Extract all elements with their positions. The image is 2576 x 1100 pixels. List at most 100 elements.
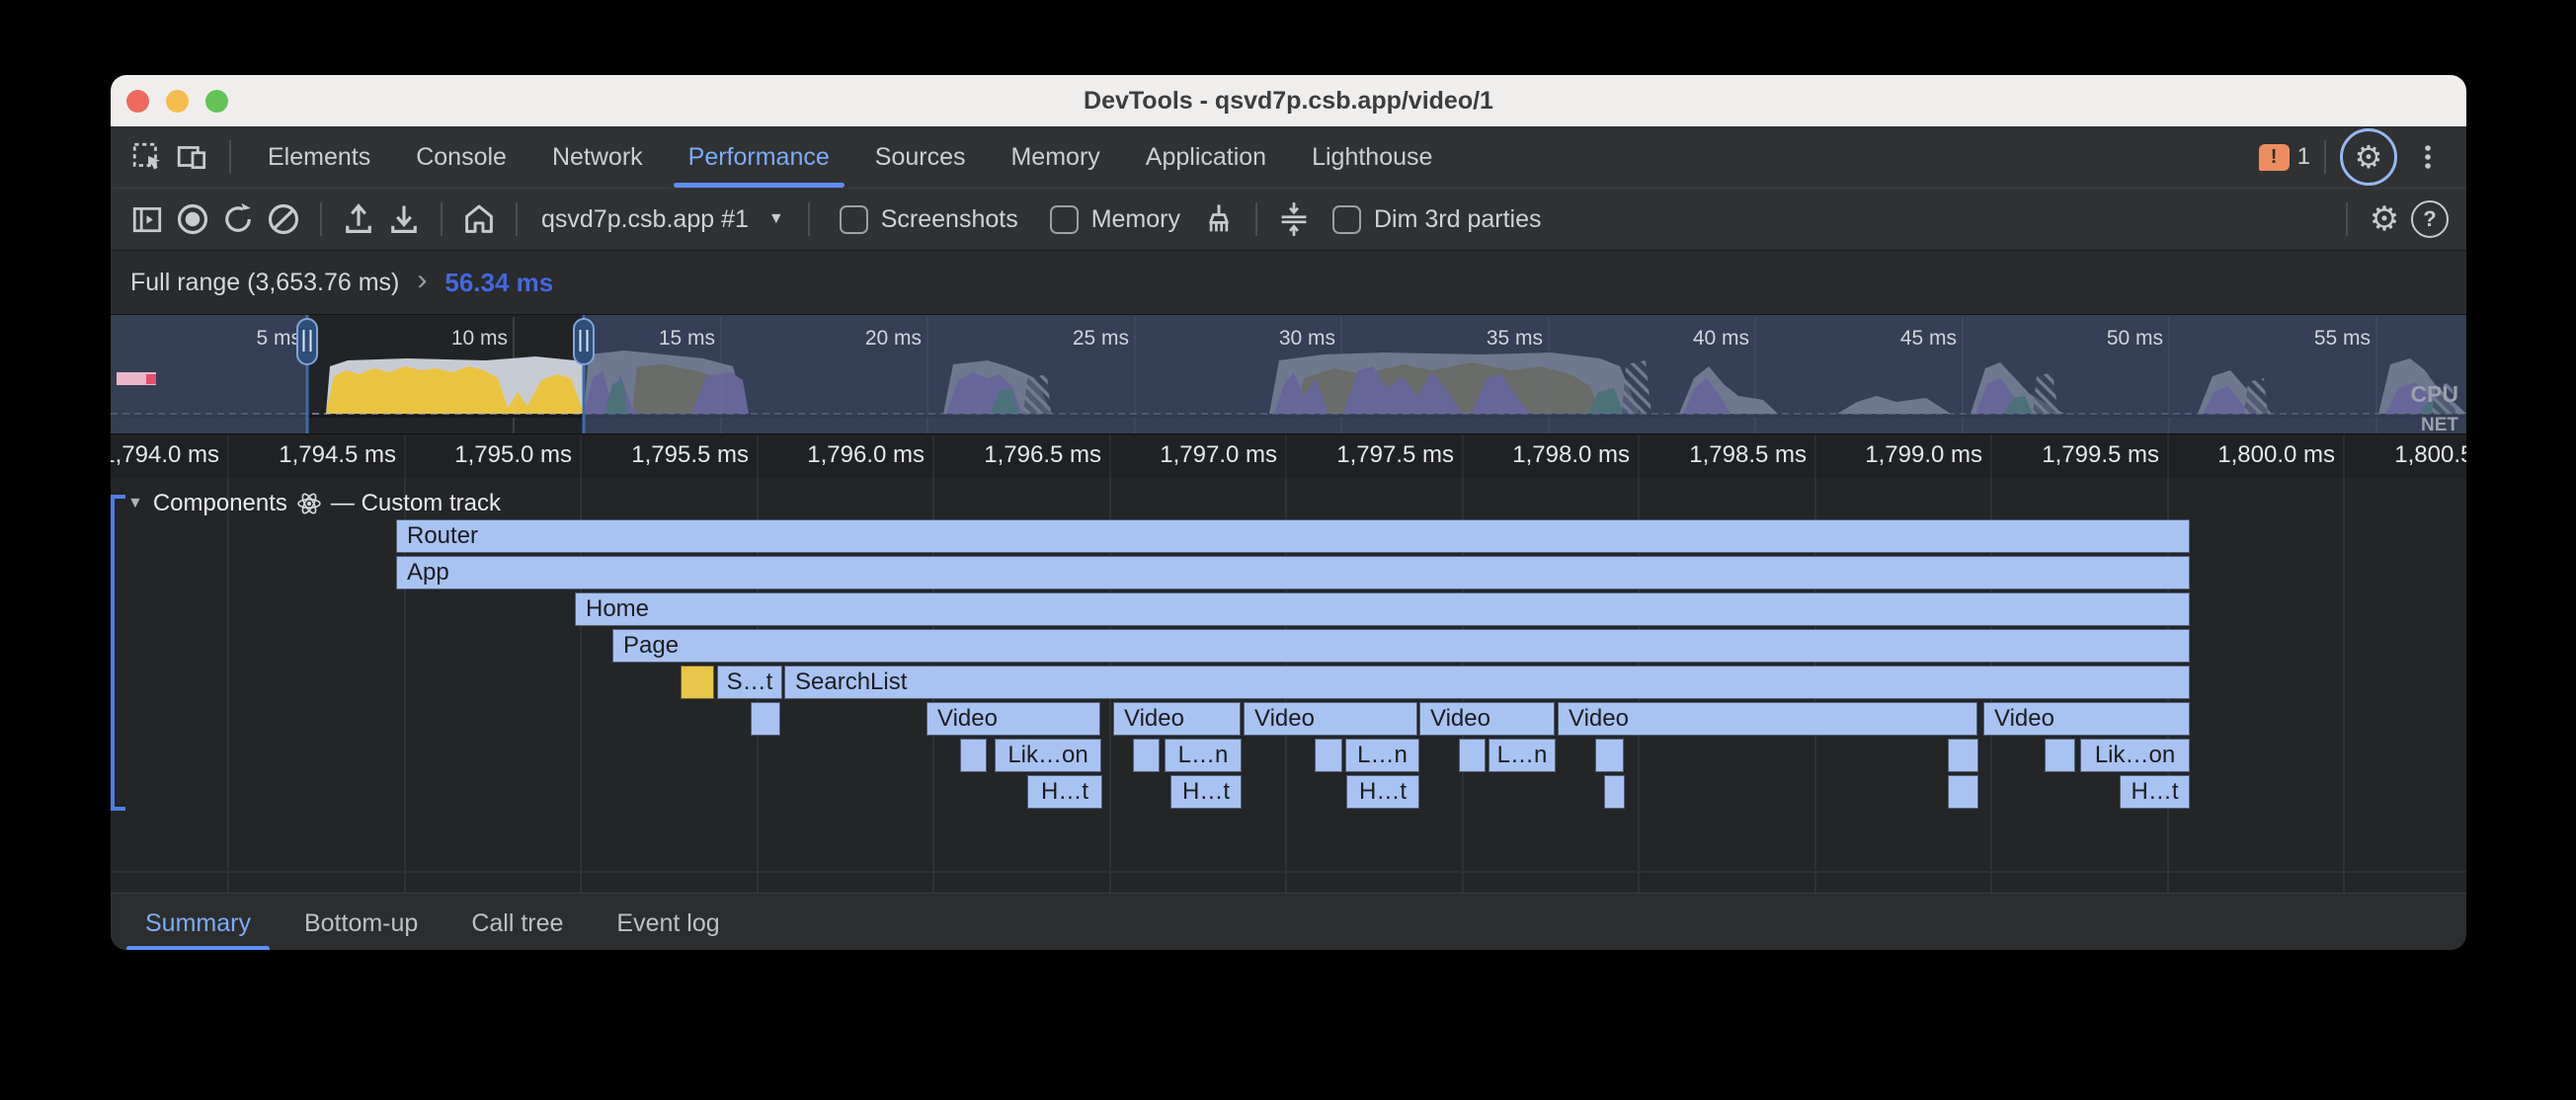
track-header[interactable]: ▼ Components — Custom track [127, 490, 501, 517]
toggle-sidebar-button[interactable] [124, 196, 170, 242]
tab-call-tree[interactable]: Call tree [444, 894, 590, 950]
breadcrumb-selection[interactable]: 56.34 ms [444, 268, 553, 298]
flame-bar-ht[interactable]: H…t [2120, 775, 2190, 809]
flame-bar-ht[interactable]: H…t [1346, 775, 1419, 809]
flame-bar[interactable] [2045, 739, 2075, 772]
ruler-label: 1,799.5 ms [1962, 441, 2159, 469]
flame-bar-video[interactable]: Video [1558, 702, 1977, 736]
selection-handle-right[interactable] [574, 319, 594, 364]
flame-bar[interactable] [1315, 739, 1342, 772]
tab-summary[interactable]: Summary [119, 894, 278, 950]
collect-garbage-button[interactable] [1196, 196, 1242, 242]
window-titlebar[interactable]: DevTools - qsvd7p.csb.app/video/1 [111, 75, 2466, 126]
collapse-icon [1276, 201, 1312, 237]
timeline-overview-canvas[interactable]: 5 ms10 ms15 ms20 ms25 ms30 ms35 ms40 ms4… [111, 315, 2466, 433]
tab-console[interactable]: Console [393, 126, 529, 188]
flame-bar-video[interactable]: Video [1113, 702, 1241, 736]
flame-bar[interactable] [1133, 739, 1160, 772]
flame-bar-searchlist[interactable]: SearchList [784, 666, 2190, 699]
flame-bar-likon[interactable]: Lik…on [2080, 739, 2190, 772]
flame-bar-ln[interactable]: L…n [1165, 739, 1242, 772]
capture-settings-button[interactable]: ⚙ [2362, 196, 2407, 242]
reload-and-record-button[interactable] [215, 196, 261, 242]
dim-3rd-parties-label: Dim 3rd parties [1374, 205, 1542, 234]
tab-elements[interactable]: Elements [245, 126, 393, 188]
flame-bar[interactable] [1459, 739, 1486, 772]
flame-bar-router[interactable]: Router [396, 519, 2190, 553]
tab-lighthouse[interactable]: Lighthouse [1289, 126, 1455, 188]
react-atom-icon [297, 492, 321, 515]
cpu-lane-label: CPU [2410, 381, 2458, 407]
flame-bar-st[interactable]: S…t [717, 666, 782, 699]
tab-application[interactable]: Application [1123, 126, 1289, 188]
gear-icon: ⚙ [2355, 141, 2383, 173]
clear-recording-button[interactable] [261, 196, 306, 242]
flame-bar-home[interactable]: Home [575, 592, 2190, 626]
collapse-recording-button[interactable] [1271, 196, 1317, 242]
flame-bar[interactable] [960, 739, 987, 772]
flame-bar[interactable] [1595, 739, 1624, 772]
issues-badge[interactable]: ! 1 [2259, 143, 2310, 171]
overview-tick-label: 45 ms [1900, 327, 1957, 350]
expand-arrow-icon: ▼ [127, 495, 143, 512]
flame-bar[interactable] [1948, 775, 1978, 809]
download-icon [386, 201, 422, 237]
ruler-label: 1,796.0 ms [727, 441, 925, 469]
issue-count: 1 [2297, 143, 2310, 171]
home-button[interactable] [456, 196, 502, 242]
tab-sources[interactable]: Sources [852, 126, 989, 188]
device-toolbar-button[interactable] [170, 134, 215, 180]
timeline-ruler[interactable]: 1,794.0 ms1,794.5 ms1,795.0 ms1,795.5 ms… [111, 433, 2466, 478]
toolbar-separator [2346, 202, 2348, 236]
selection-handle-left[interactable] [297, 319, 317, 364]
flame-bar[interactable] [1948, 739, 1978, 772]
record-button[interactable] [170, 196, 215, 242]
tab-memory[interactable]: Memory [988, 126, 1122, 188]
flame-bar[interactable] [751, 702, 780, 736]
breadcrumb-full-range[interactable]: Full range (3,653.76 ms) [130, 269, 399, 297]
checkbox-icon [840, 205, 868, 234]
save-profile-button[interactable] [381, 196, 427, 242]
help-button[interactable]: ? [2407, 196, 2453, 242]
flame-bar-likon[interactable]: Lik…on [995, 739, 1101, 772]
toolbar-separator [808, 202, 810, 236]
flame-bar[interactable] [1604, 775, 1625, 809]
flame-bar[interactable] [681, 666, 714, 699]
inspect-element-button[interactable] [124, 134, 170, 180]
flame-bar-ht[interactable]: H…t [1170, 775, 1242, 809]
flame-bar-video[interactable]: Video [926, 702, 1100, 736]
home-icon [461, 201, 497, 237]
target-selector[interactable]: qsvd7p.csb.app #1 ▼ [531, 205, 794, 234]
more-options-button[interactable] [2405, 134, 2451, 180]
flame-bar-ln[interactable]: L…n [1489, 739, 1556, 772]
flame-bar-video[interactable]: Video [1244, 702, 1417, 736]
ruler-label: 1,799.0 ms [1785, 441, 1982, 469]
settings-button[interactable]: ⚙ [2340, 128, 2397, 186]
flame-bar-ht[interactable]: H…t [1027, 775, 1102, 809]
zoom-window-button[interactable] [205, 90, 228, 113]
overview-tick-label: 50 ms [2107, 327, 2163, 350]
dim-3rd-parties-checkbox[interactable]: Dim 3rd parties [1332, 205, 1542, 234]
tab-performance[interactable]: Performance [666, 126, 852, 188]
flame-bar-video[interactable]: Video [1419, 702, 1555, 736]
load-profile-button[interactable] [336, 196, 381, 242]
ruler-label: 1,795.5 ms [551, 441, 749, 469]
flame-bar-page[interactable]: Page [612, 629, 2190, 663]
tab-network[interactable]: Network [529, 126, 666, 188]
minimize-window-button[interactable] [166, 90, 189, 113]
tab-bottom-up[interactable]: Bottom-up [278, 894, 444, 950]
devtools-window: DevTools - qsvd7p.csb.app/video/1 Elemen… [111, 75, 2466, 950]
flame-chart[interactable]: ▼ Components — Custom track RouterAppHom… [111, 478, 2466, 893]
flame-bar-app[interactable]: App [396, 556, 2190, 589]
issue-icon: ! [2259, 144, 2290, 171]
window-title: DevTools - qsvd7p.csb.app/video/1 [111, 87, 2466, 116]
flame-bar-ln[interactable]: L…n [1345, 739, 1419, 772]
close-window-button[interactable] [126, 90, 149, 113]
network-request-bar-tip [146, 374, 156, 384]
timeline-overview[interactable]: 5 ms10 ms15 ms20 ms25 ms30 ms35 ms40 ms4… [111, 314, 2466, 433]
tab-event-log[interactable]: Event log [590, 894, 746, 950]
track-focus-bracket [111, 495, 115, 811]
flame-bar-video[interactable]: Video [1983, 702, 2190, 736]
memory-checkbox[interactable]: Memory [1050, 205, 1180, 234]
screenshots-checkbox[interactable]: Screenshots [840, 205, 1018, 234]
